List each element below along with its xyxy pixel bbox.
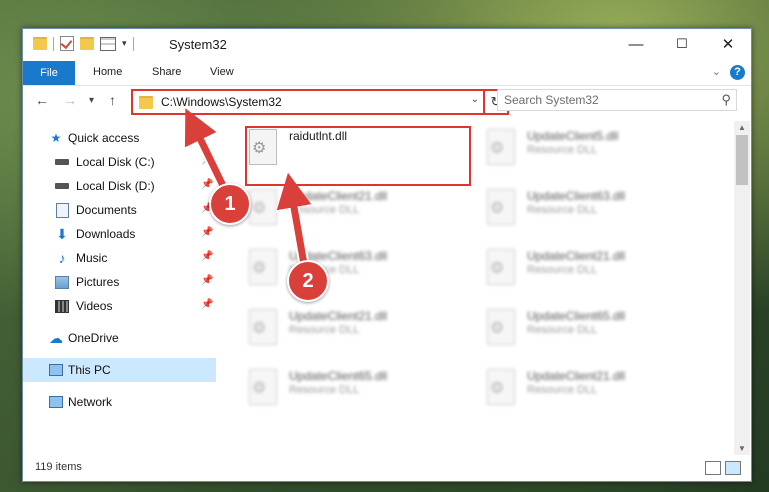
step-marker-two: 2: [287, 260, 329, 302]
step-marker-one: 1: [209, 183, 251, 225]
annotation-arrows: [184, 108, 312, 271]
